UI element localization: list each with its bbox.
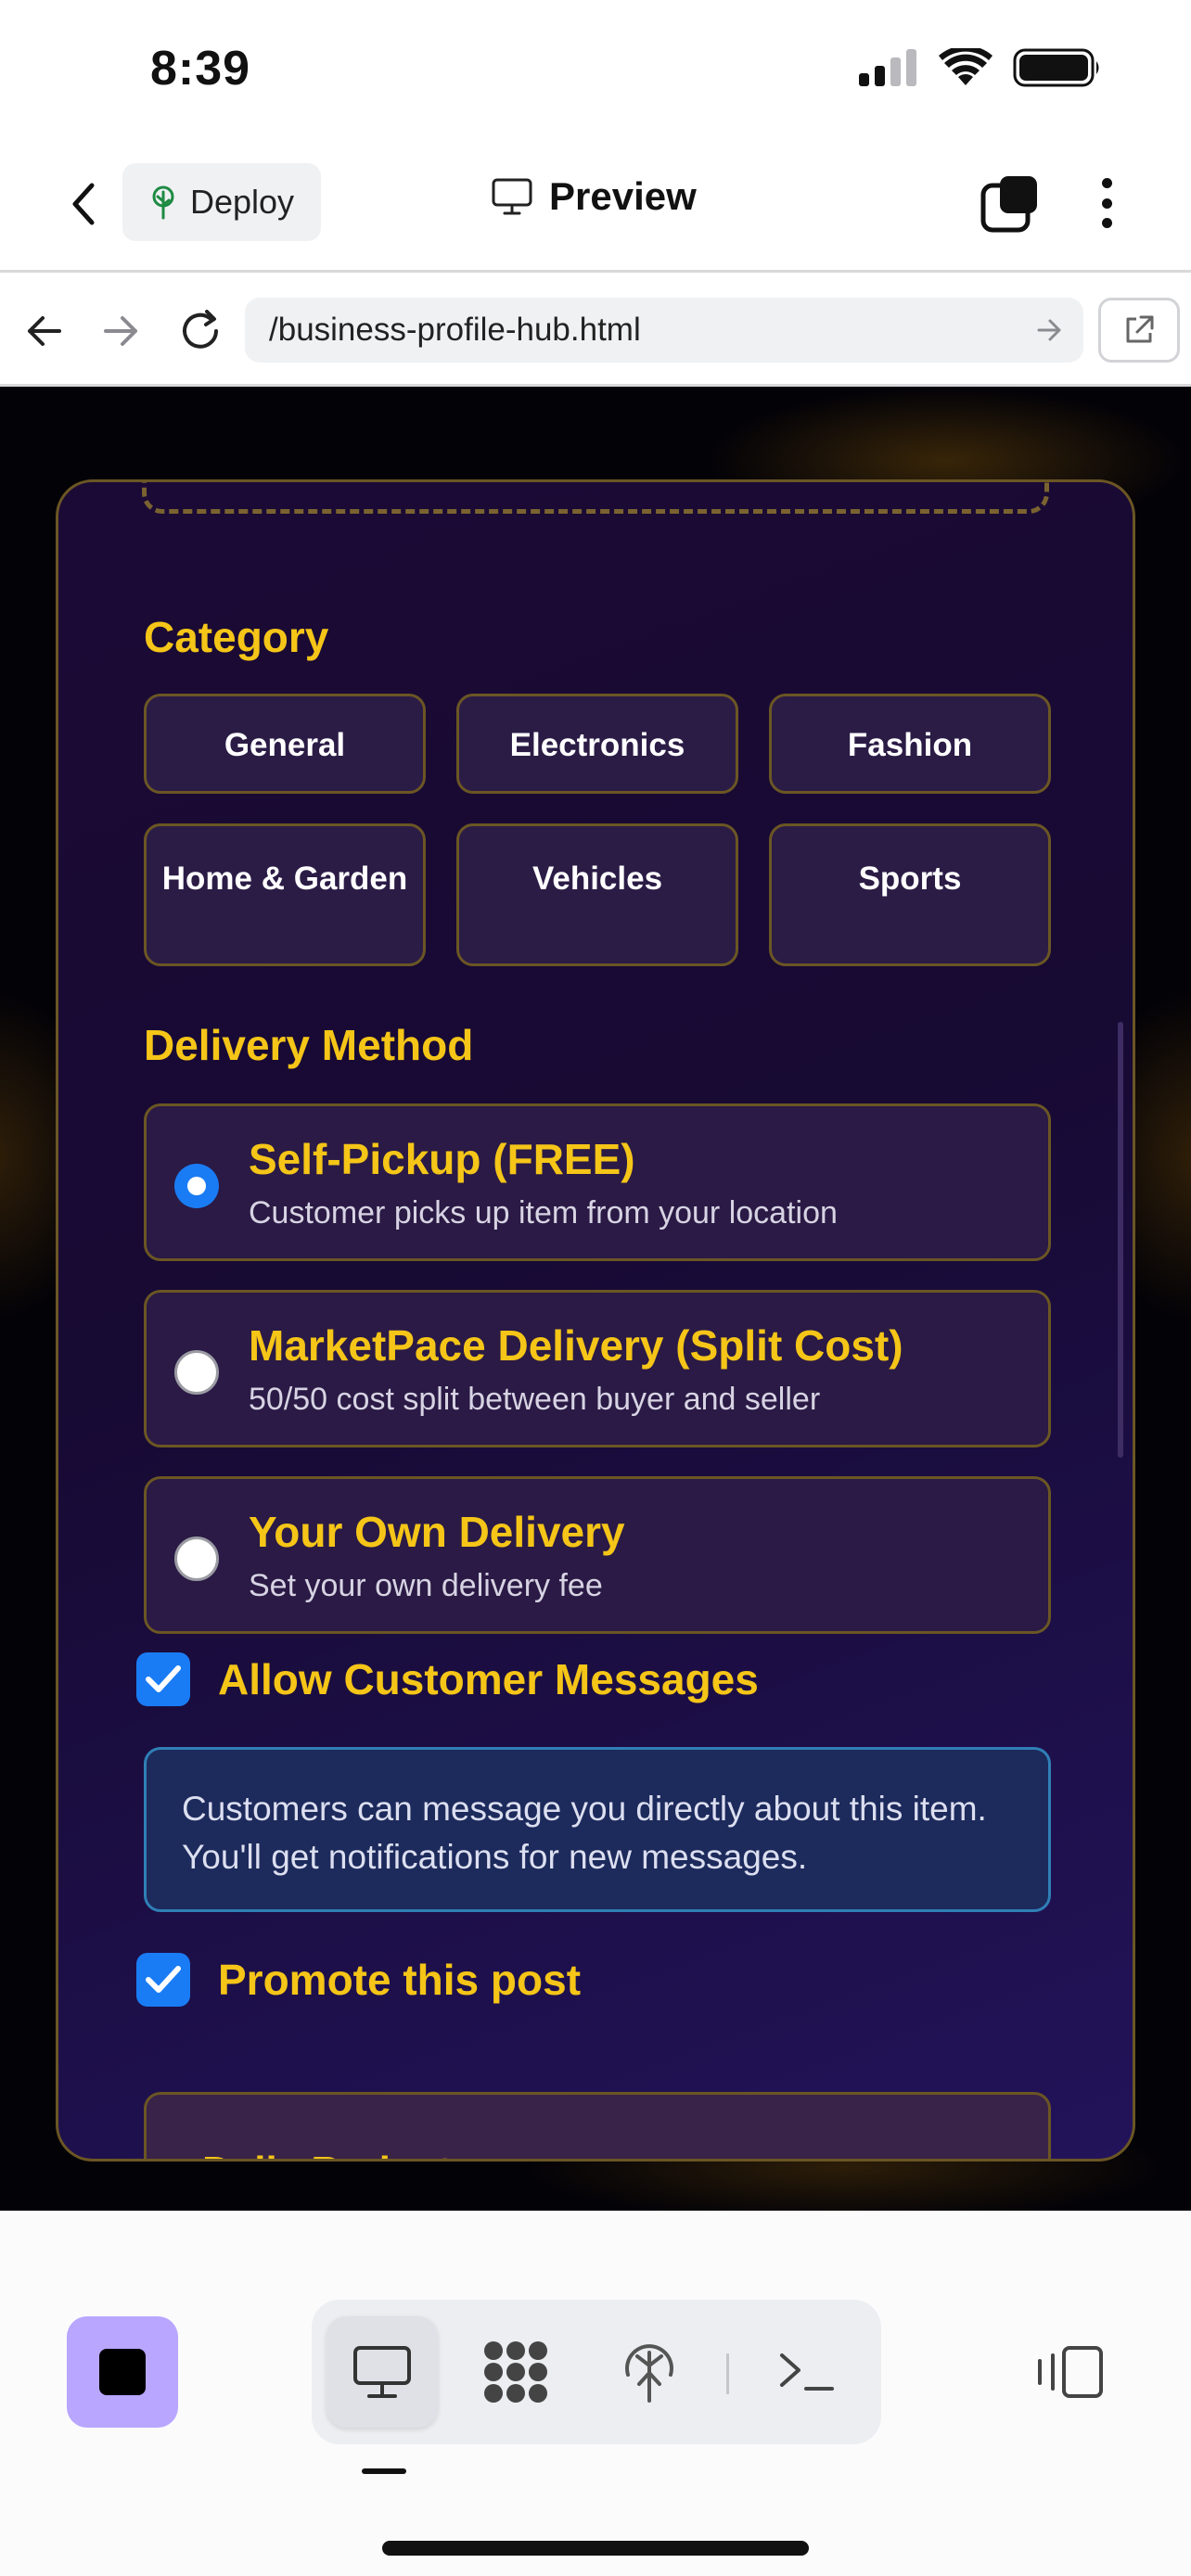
back-button[interactable] [56,176,111,232]
view-switcher [312,2300,881,2444]
arrow-left-icon [28,316,61,346]
delivery-option-marketpace[interactable]: MarketPace Delivery (Split Cost) 50/50 c… [144,1290,1051,1447]
allow-messages-label: Allow Customer Messages [218,1655,759,1703]
deploy-label: Deploy [189,183,295,221]
category-vehicles-button[interactable]: Vehicles [456,823,738,966]
active-tab-indicator [362,2468,406,2474]
cellular-signal-icon [859,49,916,86]
monitor-icon [492,178,532,215]
radio-button[interactable] [174,1350,219,1395]
stop-button[interactable] [67,2316,178,2428]
panel-icon [1038,2346,1103,2398]
deploy-view-button[interactable] [594,2316,705,2428]
category-sports-button[interactable]: Sports [769,823,1051,966]
category-fashion-button[interactable]: Fashion [769,694,1051,794]
radio-button[interactable] [174,1537,219,1581]
delivery-option-own-delivery[interactable]: Your Own Delivery Set your own delivery … [144,1476,1051,1634]
delivery-option-title: MarketPace Delivery (Split Cost) [249,1321,903,1370]
toolbar-divider [726,2353,729,2394]
image-upload-dropzone[interactable] [142,482,1049,514]
terminal-icon [780,2353,834,2391]
delivery-method-heading: Delivery Method [144,1021,474,1069]
browser-forward-button[interactable] [93,303,148,359]
checkmark-icon [146,1665,181,1692]
status-bar: 8:39 [0,0,1191,139]
desktop-icon [353,2346,411,2398]
web-preview: Category General Electronics Fashion Hom… [0,387,1191,2211]
category-grid: General Electronics Fashion Home & Garde… [144,694,1051,966]
url-text: /business-profile-hub.html [269,312,641,348]
back-icon [72,183,95,225]
go-arrow-icon[interactable] [1035,314,1063,346]
apps-view-button[interactable] [460,2316,571,2428]
deploy-button[interactable]: Deploy [122,163,321,241]
allow-messages-checkbox[interactable] [136,1652,190,1706]
arrow-right-icon [104,316,137,346]
post-form-card: Category General Electronics Fashion Hom… [56,479,1135,2162]
browser-url-bar: /business-profile-hub.html [0,275,1191,387]
delivery-option-description: 50/50 cost split between buyer and selle… [249,1382,821,1417]
checkmark-icon [146,1966,181,1993]
messages-info-box: Customers can message you directly about… [144,1747,1051,1912]
app-top-bar: Deploy Preview [0,139,1191,273]
more-icon-dot [1101,218,1112,228]
open-external-button[interactable] [1098,298,1180,363]
more-options-button[interactable] [1083,172,1130,234]
promote-post-checkbox[interactable] [136,1953,190,2007]
tabs-button[interactable] [980,172,1041,234]
tree-icon [152,185,174,220]
delivery-option-description: Customer picks up item from your locatio… [249,1195,838,1231]
preview-label: Preview [549,174,697,218]
stop-icon [99,2349,146,2395]
apps-icon [484,2341,547,2403]
preview-title: Preview [492,174,697,219]
more-icon-dot [1101,198,1112,209]
url-input[interactable]: /business-profile-hub.html [245,298,1083,363]
home-indicator[interactable] [382,2541,809,2556]
promote-post-row[interactable]: Promote this post [136,1953,581,2007]
desktop-view-button[interactable] [327,2316,438,2428]
category-general-button[interactable]: General [144,694,426,794]
bottom-toolbar [0,2211,1191,2576]
external-link-icon [1126,315,1154,343]
browser-back-button[interactable] [17,303,72,359]
daily-budget-label: Daily Budget [202,2149,452,2159]
wifi-icon [939,48,992,85]
delivery-option-title: Self-Pickup (FREE) [249,1135,635,1183]
category-electronics-button[interactable]: Electronics [456,694,738,794]
tabs-icon [980,176,1037,233]
scrollbar[interactable] [1118,1022,1123,1458]
delivery-option-self-pickup[interactable]: Self-Pickup (FREE) Customer picks up ite… [144,1103,1051,1261]
reload-icon [183,310,218,349]
battery-icon [1013,48,1099,87]
status-icons [857,48,1102,87]
delivery-option-title: Your Own Delivery [249,1508,625,1556]
terminal-view-button[interactable] [751,2316,863,2428]
allow-messages-row[interactable]: Allow Customer Messages [136,1652,759,1706]
daily-budget-panel: Daily Budget [144,2092,1051,2159]
more-icon-dot [1101,178,1112,188]
status-time: 8:39 [150,42,251,96]
radio-button[interactable] [174,1164,219,1208]
side-panel-button[interactable] [1028,2326,1111,2418]
category-heading: Category [144,613,329,661]
delivery-option-description: Set your own delivery fee [249,1568,603,1603]
deploy-icon [625,2344,673,2403]
category-home-garden-button[interactable]: Home & Garden [144,823,426,966]
reload-button[interactable] [173,303,228,359]
promote-post-label: Promote this post [218,1956,582,2004]
